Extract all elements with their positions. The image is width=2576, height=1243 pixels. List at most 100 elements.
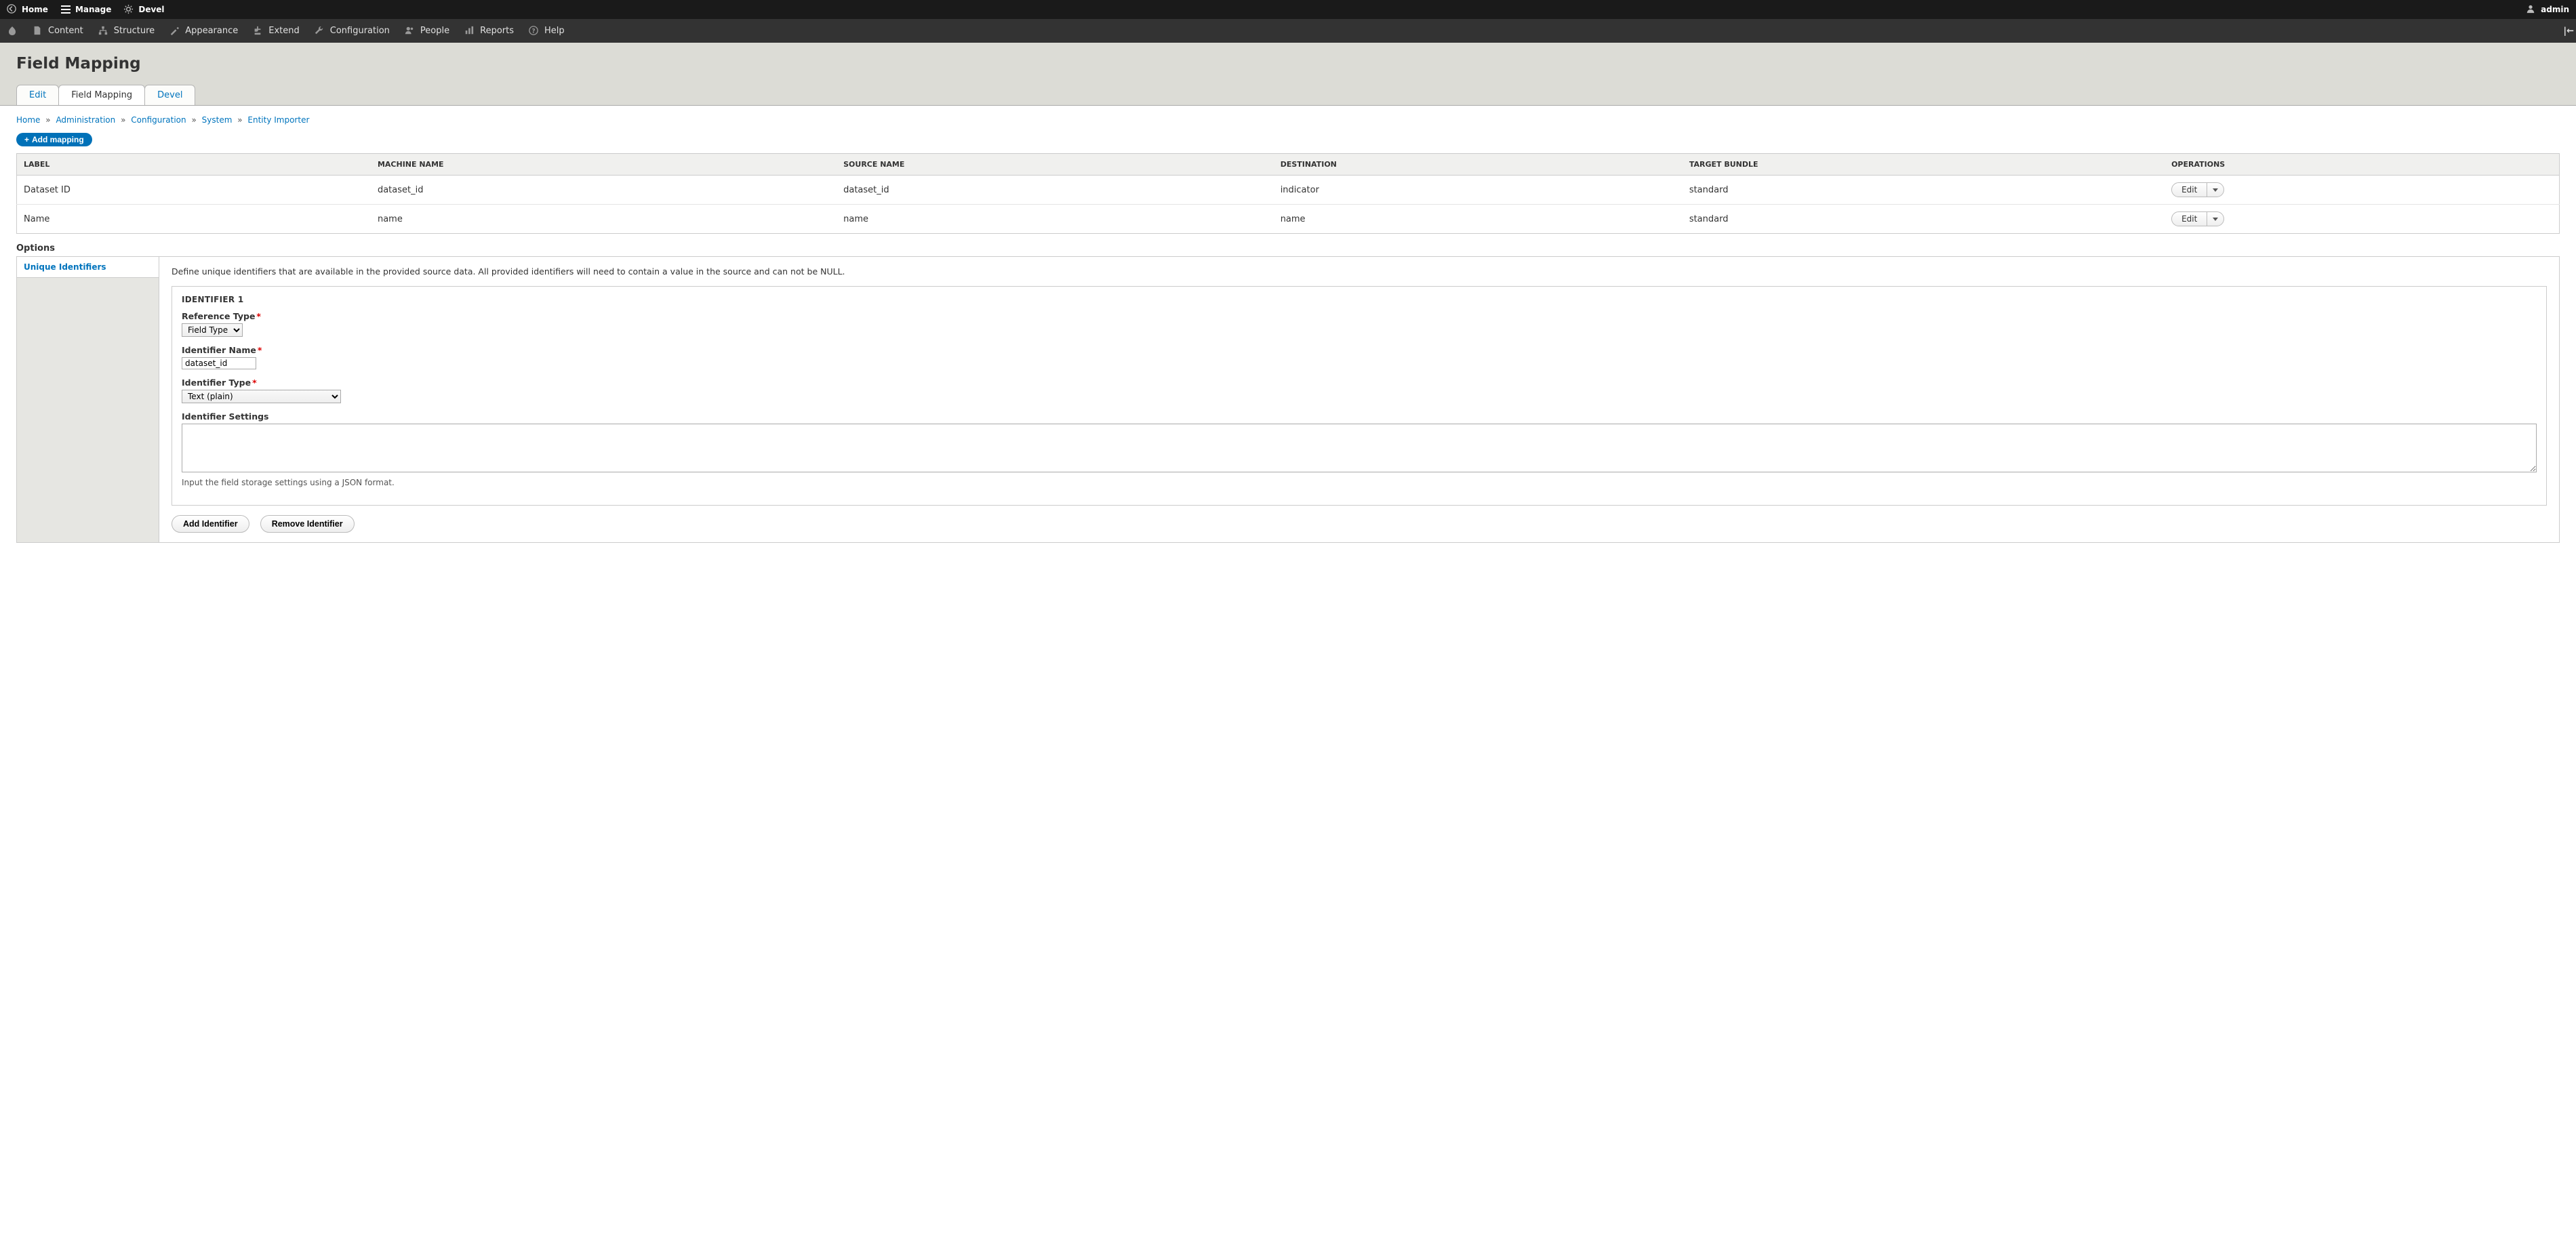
th-source-name: Source Name [837, 154, 1274, 176]
tab-edit[interactable]: Edit [16, 85, 59, 105]
reference-type-label: Reference Type* [182, 311, 2537, 321]
cell-operations: Edit [2165, 176, 2559, 205]
add-mapping-button[interactable]: + Add mapping [16, 133, 92, 146]
cell-destination: indicator [1274, 176, 1683, 205]
identifier-name-input[interactable] [182, 357, 256, 369]
manage-menu[interactable]: Manage [60, 4, 111, 15]
user-icon [2526, 4, 2537, 15]
extend-icon [253, 26, 264, 37]
people-icon [405, 26, 416, 37]
th-operations: Operations [2165, 154, 2559, 176]
th-target-bundle: Target Bundle [1683, 154, 2165, 176]
identifier-fieldset: Identifier 1 Reference Type* Field Type … [172, 286, 2547, 506]
crumb-sep: » [45, 115, 50, 125]
devel-menu[interactable]: Devel [123, 4, 164, 15]
content-region: Home » Administration » Configuration » … [0, 106, 2576, 552]
structure-icon [98, 26, 109, 37]
plus-icon: + [24, 135, 29, 144]
dropbutton-toggle[interactable] [2207, 212, 2223, 226]
table-row: Dataset IDdataset_iddataset_idindicators… [17, 176, 2560, 205]
crumb-sep: » [191, 115, 196, 125]
menu-appearance[interactable]: Appearance [169, 26, 238, 37]
cell-machine-name: dataset_id [371, 176, 837, 205]
th-label: Label [17, 154, 371, 176]
appearance-icon [169, 26, 180, 37]
chevron-down-icon [2213, 218, 2218, 221]
required-marker: * [258, 345, 262, 355]
reference-type-label-text: Reference Type [182, 311, 255, 321]
reports-label: Reports [480, 26, 514, 36]
operations-dropbutton: Edit [2171, 182, 2224, 197]
identifier-settings-label: Identifier Settings [182, 411, 2537, 422]
toolbar-left: Home Manage Devel [7, 4, 165, 15]
identifier-type-label: Identifier Type* [182, 378, 2537, 388]
svg-text:?: ? [531, 28, 535, 35]
table-row: NamenamenamenamestandardEdit [17, 205, 2560, 234]
add-identifier-button[interactable]: Add Identifier [172, 515, 249, 533]
menu-content[interactable]: Content [33, 26, 83, 37]
edit-button[interactable]: Edit [2172, 212, 2207, 226]
edit-button[interactable]: Edit [2172, 183, 2207, 197]
devel-label: Devel [138, 5, 164, 14]
crumb-configuration[interactable]: Configuration [131, 115, 186, 125]
cell-source-name: dataset_id [837, 176, 1274, 205]
operations-dropbutton: Edit [2171, 211, 2224, 226]
cell-machine-name: name [371, 205, 837, 234]
user-menu[interactable]: admin [2526, 4, 2569, 15]
menu-help[interactable]: ? Help [529, 26, 565, 37]
tab-devel[interactable]: Devel [144, 85, 195, 105]
identifier-name-row: Identifier Name* [182, 345, 2537, 369]
cell-target-bundle: standard [1683, 205, 2165, 234]
options-sidebar: Unique Identifiers [17, 257, 159, 542]
tray-toggle-icon[interactable]: |← [2563, 26, 2574, 36]
page-title: Field Mapping [16, 55, 2560, 73]
options-panel: Unique Identifiers Define unique identif… [16, 256, 2560, 543]
identifier-name-label-text: Identifier Name [182, 345, 256, 355]
crumb-system[interactable]: System [202, 115, 233, 125]
menu-drupal[interactable] [7, 26, 18, 37]
cell-label: Dataset ID [17, 176, 371, 205]
add-mapping-label: Add mapping [32, 135, 84, 144]
help-label: Help [544, 26, 565, 36]
breadcrumb: Home » Administration » Configuration » … [16, 115, 2560, 125]
admin-menu: Content Structure Appearance Extend Conf… [0, 19, 2576, 43]
options-heading: Options [16, 243, 2560, 253]
cell-label: Name [17, 205, 371, 234]
menu-people[interactable]: People [405, 26, 449, 37]
remove-identifier-button[interactable]: Remove Identifier [260, 515, 355, 533]
tab-field-mapping[interactable]: Field Mapping [58, 85, 145, 105]
identifier-settings-textarea[interactable] [182, 424, 2537, 472]
structure-label: Structure [114, 26, 155, 36]
back-icon [7, 4, 18, 15]
primary-tabs: Edit Field Mapping Devel [16, 85, 2560, 105]
crumb-sep: » [121, 115, 125, 125]
back-to-site[interactable]: Home [7, 4, 48, 15]
options-description: Define unique identifiers that are avail… [172, 266, 2547, 277]
reports-icon [464, 26, 475, 37]
chevron-down-icon [2213, 188, 2218, 192]
menu-configuration[interactable]: Configuration [315, 26, 390, 37]
cell-target-bundle: standard [1683, 176, 2165, 205]
identifier-type-select[interactable]: Text (plain) [182, 390, 341, 403]
crumb-home[interactable]: Home [16, 115, 40, 125]
options-content: Define unique identifiers that are avail… [159, 257, 2559, 542]
menu-extend[interactable]: Extend [253, 26, 300, 37]
hamburger-icon [60, 4, 71, 15]
page-header: Field Mapping Edit Field Mapping Devel [0, 43, 2576, 106]
crumb-administration[interactable]: Administration [56, 115, 115, 125]
identifier-type-row: Identifier Type* Text (plain) [182, 378, 2537, 403]
menu-structure[interactable]: Structure [98, 26, 155, 37]
identifier-type-label-text: Identifier Type [182, 378, 251, 388]
people-label: People [420, 26, 449, 36]
reference-type-select[interactable]: Field Type [182, 323, 243, 337]
admin-toolbar-top: Home Manage Devel admin [0, 0, 2576, 19]
identifier-title: Identifier 1 [182, 295, 2537, 304]
crumb-entity-importer[interactable]: Entity Importer [247, 115, 309, 125]
dropbutton-toggle[interactable] [2207, 183, 2223, 197]
menu-reports[interactable]: Reports [464, 26, 514, 37]
user-label: admin [2541, 5, 2569, 14]
required-marker: * [256, 311, 261, 321]
sidebar-item-unique-identifiers[interactable]: Unique Identifiers [17, 257, 159, 278]
content-label: Content [48, 26, 83, 36]
crumb-sep: » [237, 115, 242, 125]
